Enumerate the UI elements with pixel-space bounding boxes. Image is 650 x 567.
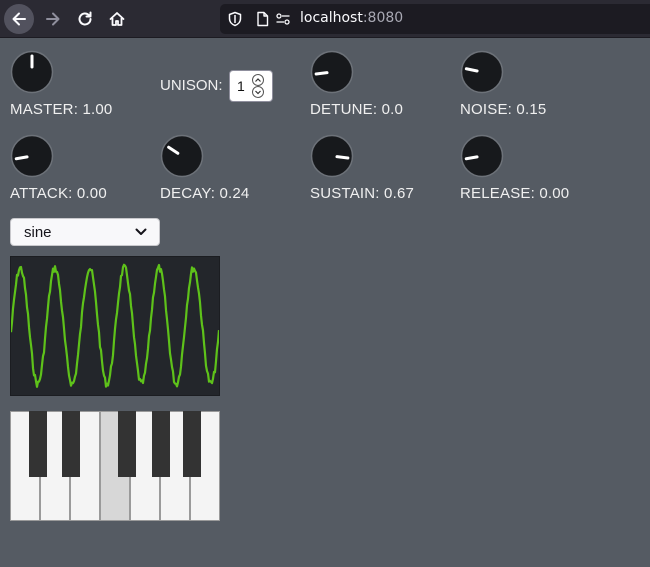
url-bar[interactable]: localhost:8080 bbox=[220, 4, 650, 34]
chevron-down-icon bbox=[255, 90, 261, 95]
knob-body bbox=[10, 134, 54, 178]
forward-button[interactable] bbox=[38, 4, 68, 34]
chevron-up-icon bbox=[255, 78, 261, 82]
unison-label: UNISON: bbox=[160, 77, 223, 94]
master-knob[interactable] bbox=[10, 50, 54, 94]
knob-body bbox=[310, 50, 354, 94]
sustain-knob[interactable] bbox=[310, 134, 354, 178]
home-button[interactable] bbox=[102, 4, 132, 34]
decay-knob[interactable] bbox=[160, 134, 204, 178]
sustain-label: SUSTAIN: 0.67 bbox=[310, 185, 415, 202]
master-label: MASTER: 1.00 bbox=[10, 101, 113, 118]
knob-body bbox=[460, 50, 504, 94]
release-knob[interactable] bbox=[460, 134, 504, 178]
knob-indicator bbox=[14, 155, 29, 161]
piano-keyboard bbox=[10, 411, 220, 521]
reload-button[interactable] bbox=[70, 4, 100, 34]
knob-indicator bbox=[314, 71, 329, 76]
forward-arrow-icon bbox=[46, 12, 60, 26]
unison-value: 1 bbox=[237, 78, 245, 94]
back-button[interactable] bbox=[4, 4, 34, 34]
oscilloscope bbox=[10, 256, 220, 396]
black-key[interactable] bbox=[29, 411, 47, 477]
knob-body bbox=[460, 134, 504, 178]
waveform-select[interactable]: sine bbox=[10, 218, 160, 246]
noise-label: NOISE: 0.15 bbox=[460, 101, 547, 118]
knob-indicator bbox=[335, 155, 350, 160]
black-key[interactable] bbox=[183, 411, 201, 477]
decay-label: DECAY: 0.24 bbox=[160, 185, 250, 202]
detune-label: DETUNE: 0.0 bbox=[310, 101, 404, 118]
url-port: :8080 bbox=[362, 10, 404, 26]
unison-stepper[interactable]: 1 bbox=[229, 70, 273, 102]
knob-indicator bbox=[464, 155, 479, 161]
unison-decrement-button[interactable] bbox=[252, 86, 264, 98]
reload-icon bbox=[78, 11, 92, 26]
noise-knob[interactable] bbox=[460, 50, 504, 94]
permissions-icon[interactable] bbox=[275, 11, 291, 27]
browser-toolbar: localhost:8080 bbox=[0, 0, 650, 38]
attack-label: ATTACK: 0.00 bbox=[10, 185, 107, 202]
waveform-selected-value: sine bbox=[24, 224, 52, 241]
attack-knob[interactable] bbox=[10, 134, 54, 178]
shield-icon[interactable] bbox=[228, 11, 242, 27]
unison-increment-button[interactable] bbox=[252, 74, 264, 86]
knob-body bbox=[160, 134, 204, 178]
page-icon bbox=[257, 11, 269, 27]
black-key[interactable] bbox=[62, 411, 80, 477]
chevron-down-icon bbox=[135, 228, 147, 235]
home-icon bbox=[109, 12, 125, 26]
url-host: localhost bbox=[300, 10, 363, 26]
black-key[interactable] bbox=[118, 411, 136, 477]
knob-body bbox=[310, 134, 354, 178]
waveform-trace bbox=[11, 263, 219, 388]
url-text[interactable]: localhost:8080 bbox=[300, 10, 403, 26]
detune-knob[interactable] bbox=[310, 50, 354, 94]
back-arrow-icon bbox=[12, 12, 26, 26]
release-label: RELEASE: 0.00 bbox=[460, 185, 570, 202]
black-key[interactable] bbox=[152, 411, 170, 477]
